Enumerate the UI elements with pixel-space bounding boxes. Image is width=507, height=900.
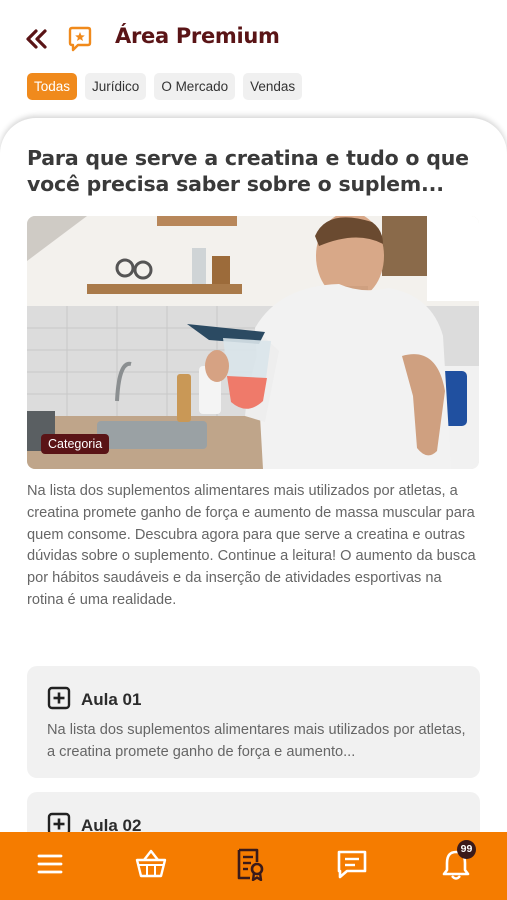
plus-box-icon[interactable] [47, 686, 71, 710]
nav-certificates-button[interactable] [232, 846, 268, 882]
kitchen-photo-illustration [27, 216, 479, 469]
menu-icon [37, 854, 63, 874]
filter-chip-o-mercado[interactable]: O Mercado [154, 73, 236, 100]
category-badge: Categoria [41, 434, 110, 454]
double-chevron-left-icon [26, 29, 47, 49]
bottom-navigation: 99 [0, 832, 507, 900]
filter-chip-juridico[interactable]: Jurídico [85, 73, 147, 100]
star-badge-icon [68, 26, 92, 52]
notification-badge: 99 [457, 840, 476, 859]
article-excerpt: Na lista dos suplementos alimentares mai… [27, 483, 476, 608]
lesson-description: Na lista dos suplementos alimentares mai… [47, 722, 466, 760]
certificate-icon [237, 848, 264, 881]
basket-icon [135, 849, 167, 878]
lesson-title: Aula 01 [81, 690, 142, 709]
filter-chip-vendas[interactable]: Vendas [243, 73, 303, 100]
category-filters: Todas Jurídico O Mercado Vendas [27, 73, 303, 100]
article-title[interactable]: Para que serve a creatina e tudo o que v… [27, 145, 487, 197]
page-title: Área Premium [115, 24, 280, 48]
lesson-card[interactable]: Aula 01 Na lista dos suplementos aliment… [27, 666, 480, 778]
nav-store-button[interactable] [133, 846, 169, 882]
filter-chip-todas[interactable]: Todas [27, 73, 78, 100]
back-button[interactable] [24, 26, 50, 52]
content-card: Para que serve a creatina e tudo o que v… [0, 118, 507, 838]
nav-chat-button[interactable] [334, 846, 370, 882]
nav-notifications-button[interactable]: 99 [438, 840, 476, 882]
chat-icon [337, 850, 367, 879]
nav-menu-button[interactable] [32, 846, 68, 882]
article-hero-image[interactable]: Categoria [27, 216, 479, 469]
